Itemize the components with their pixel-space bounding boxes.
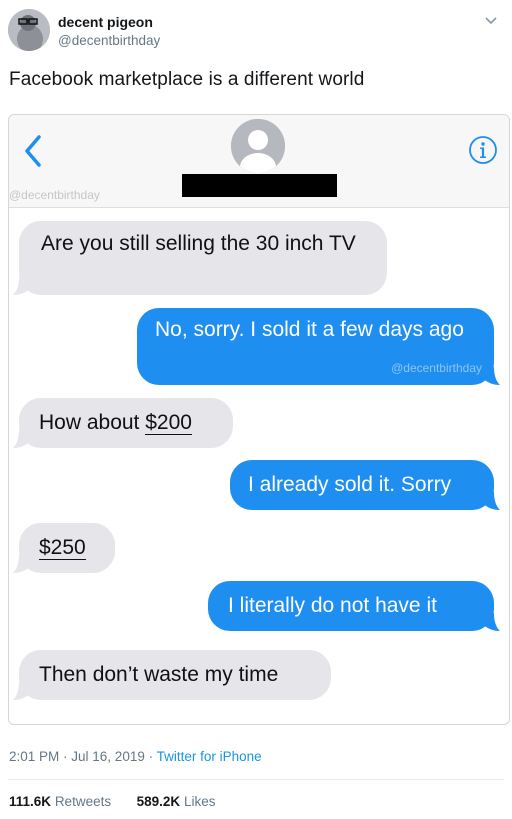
chat-header: @decentbirthday: [9, 115, 509, 208]
incoming-message: How about $200: [13, 398, 233, 448]
incoming-message: $250: [13, 523, 115, 573]
outgoing-message: I already sold it. Sorry: [230, 460, 500, 510]
incoming-message: Then don’t waste my time: [13, 650, 331, 700]
author-handle[interactable]: @decentbirthday: [58, 33, 160, 48]
watermark-text: @decentbirthday: [391, 361, 482, 375]
contact-avatar: [231, 119, 285, 173]
info-icon: [469, 136, 497, 164]
price-link: $200: [145, 411, 192, 435]
message-text: No, sorry. I sold it a few days ago: [155, 318, 464, 341]
redacted-contact-name: [182, 174, 337, 197]
retweets-stat[interactable]: 111.6K Retweets: [9, 794, 111, 809]
meta-separator: ·: [59, 749, 72, 764]
tweet-date[interactable]: Jul 16, 2019: [71, 749, 145, 764]
retweets-label: Retweets: [54, 794, 112, 809]
outgoing-message: I literally do not have it: [208, 581, 500, 631]
meta-separator: ·: [144, 749, 157, 764]
message-text: I literally do not have it: [228, 594, 437, 617]
divider: [8, 779, 504, 780]
likes-label: Likes: [183, 794, 216, 809]
tweet-media-image[interactable]: @decentbirthday Are you still selling th…: [8, 114, 510, 725]
price-link: $250: [39, 536, 86, 560]
tweet-stats: 111.6K Retweets 589.2K Likes: [9, 794, 215, 809]
tweet-source-link[interactable]: Twitter for iPhone: [157, 749, 262, 764]
incoming-message: Are you still selling the 30 inch TV: [13, 221, 387, 295]
retweets-count: 111.6K: [9, 794, 52, 809]
chevron-down-icon[interactable]: [484, 14, 498, 28]
message-text: Are you still selling the 30 inch TV: [41, 232, 356, 255]
author-name[interactable]: decent pigeon: [58, 14, 153, 30]
watermark-text: @decentbirthday: [9, 188, 100, 202]
tweet-text: Facebook marketplace is a different worl…: [9, 69, 365, 90]
likes-stat[interactable]: 589.2K Likes: [137, 794, 216, 809]
tweet-time[interactable]: 2:01 PM: [9, 749, 59, 764]
likes-count: 589.2K: [136, 794, 181, 809]
author-avatar[interactable]: [8, 9, 50, 51]
message-text: I already sold it. Sorry: [248, 473, 452, 496]
outgoing-message: No, sorry. I sold it a few days ago @dec…: [137, 308, 500, 385]
back-chevron-icon: [25, 135, 41, 167]
tweet-timestamp: 2:01 PM · Jul 16, 2019 · Twitter for iPh…: [9, 749, 262, 764]
message-text: How about: [39, 411, 146, 434]
message-text: Then don’t waste my time: [39, 663, 279, 686]
